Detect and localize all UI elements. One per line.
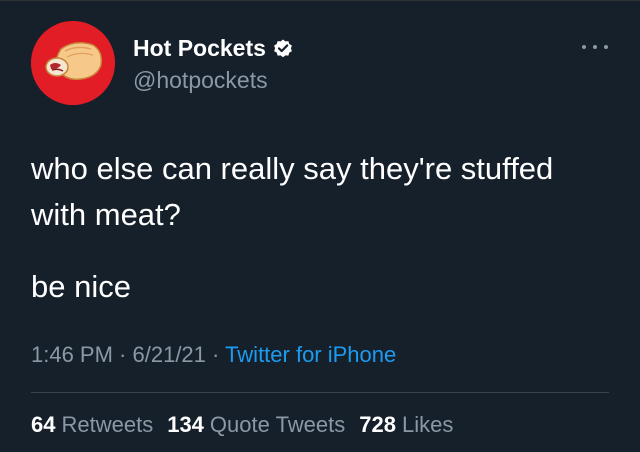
tweet-time[interactable]: 1:46 PM (31, 342, 113, 367)
likes-stat[interactable]: 728 Likes (359, 410, 453, 440)
retweets-label: Retweets (61, 412, 154, 437)
dot (582, 45, 586, 49)
tweet-stats: 64 Retweets 134 Quote Tweets 728 Likes (31, 410, 453, 440)
quote-tweets-count: 134 (167, 412, 204, 437)
verified-badge-icon (272, 37, 294, 59)
stats-divider (31, 392, 609, 393)
likes-count: 728 (359, 412, 396, 437)
retweets-stat[interactable]: 64 Retweets (31, 410, 153, 440)
tweet-text-paragraph: be nice (31, 269, 131, 304)
likes-label: Likes (401, 412, 454, 437)
tweet-text: who else can really say they're stuffed … (31, 146, 621, 310)
tweet-text-line: who else can really say they're stuffed (31, 151, 554, 186)
tweet-source-link[interactable]: Twitter for iPhone (225, 342, 396, 367)
tweet-metadata: 1:46 PM · 6/21/21 · Twitter for iPhone (31, 340, 396, 370)
quote-tweets-stat[interactable]: 134 Quote Tweets (167, 410, 345, 440)
meta-separator: · (205, 342, 226, 367)
dot (604, 45, 608, 49)
more-options-icon[interactable] (582, 40, 608, 54)
display-name[interactable]: Hot Pockets (133, 34, 266, 62)
hot-pocket-logo-icon (31, 21, 115, 105)
retweets-count: 64 (31, 412, 56, 437)
tweet-card: Hot Pockets @hotpockets who else can rea… (0, 0, 640, 452)
quote-tweets-label: Quote Tweets (209, 412, 346, 437)
meta-separator: · (112, 342, 133, 367)
avatar[interactable] (31, 21, 115, 105)
author-name-row[interactable]: Hot Pockets (133, 34, 294, 62)
top-divider (0, 0, 640, 1)
user-handle[interactable]: @hotpockets (133, 66, 268, 94)
dot (593, 45, 597, 49)
tweet-date[interactable]: 6/21/21 (133, 342, 206, 367)
tweet-text-line: with meat? (31, 197, 181, 232)
